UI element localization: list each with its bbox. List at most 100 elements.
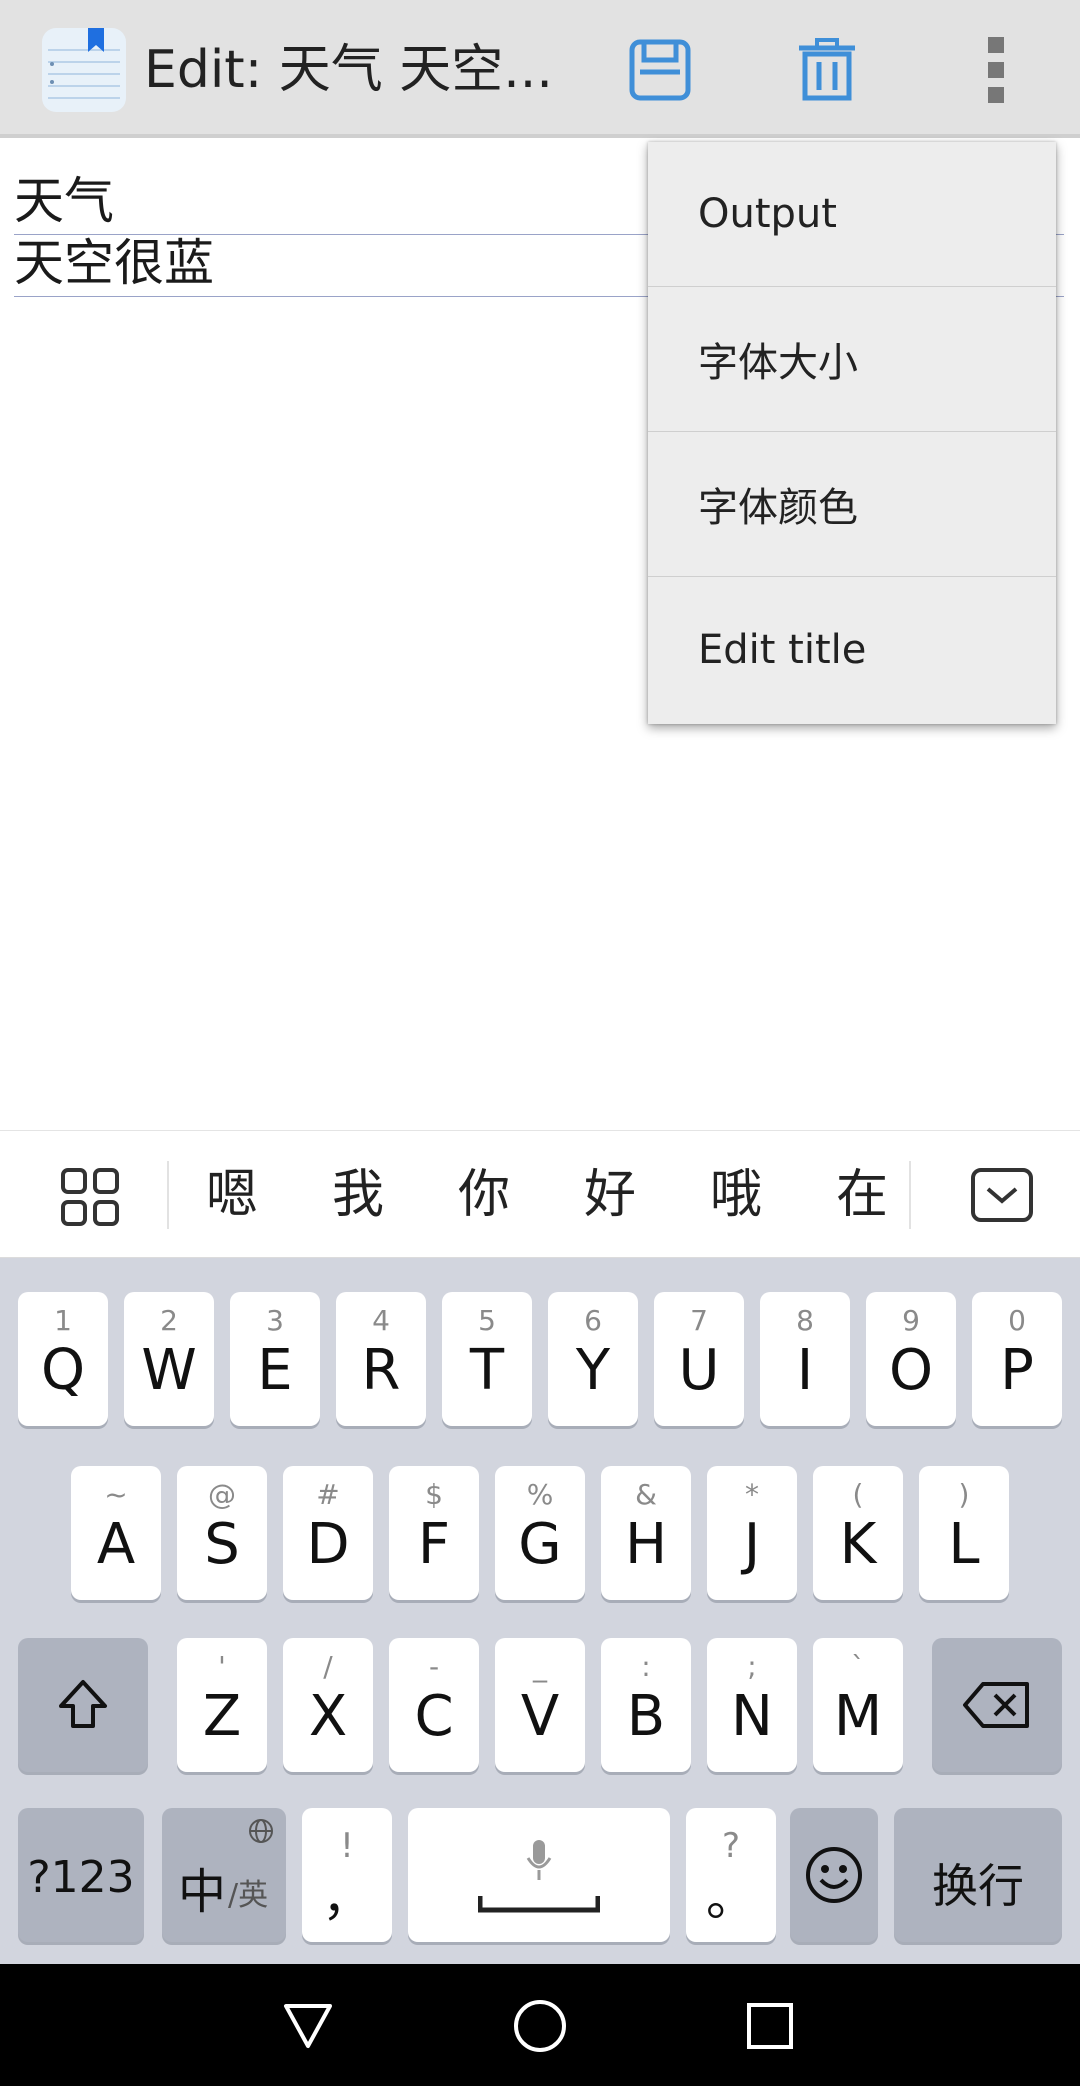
- key-label: 换行: [932, 1859, 1024, 1913]
- key-label: I: [796, 1338, 814, 1403]
- candidate-word[interactable]: 你: [439, 1161, 529, 1229]
- back-icon[interactable]: [282, 2002, 334, 2050]
- key-label: C: [414, 1684, 454, 1749]
- key-p[interactable]: 0P: [972, 1292, 1062, 1426]
- recents-icon[interactable]: [746, 2002, 794, 2050]
- key-hint: &: [635, 1478, 657, 1511]
- key-t[interactable]: 5T: [442, 1292, 532, 1426]
- space-bar-icon: [478, 1896, 600, 1913]
- key-r[interactable]: 4R: [336, 1292, 426, 1426]
- key-label: ?123: [27, 1852, 135, 1903]
- shift-arrow-icon: [59, 1680, 107, 1728]
- key-c[interactable]: -C: [389, 1638, 479, 1772]
- key-label: 中: [178, 1864, 227, 1920]
- key-hint: `: [851, 1650, 865, 1683]
- candidate-word[interactable]: 在: [817, 1161, 907, 1229]
- key-g[interactable]: % G: [495, 1466, 585, 1600]
- key-b[interactable]: :B: [601, 1638, 691, 1772]
- key-x[interactable]: / X: [283, 1638, 373, 1772]
- key-d[interactable]: # D: [283, 1466, 373, 1600]
- key-label: N: [731, 1684, 773, 1749]
- key-e[interactable]: 3E: [230, 1292, 320, 1426]
- key-label: O: [888, 1338, 934, 1403]
- menu-item-output[interactable]: Output: [648, 142, 1056, 287]
- key-label: S: [204, 1512, 240, 1577]
- key-label: Z: [202, 1684, 242, 1749]
- grid-menu-icon[interactable]: [60, 1167, 120, 1227]
- backspace-key[interactable]: [932, 1638, 1062, 1772]
- menu-item-font-color[interactable]: 字体颜色: [648, 432, 1056, 577]
- ime-candidate-bar: 嗯 我 你 好 哦 在: [0, 1130, 1080, 1258]
- delete-button[interactable]: [787, 30, 867, 110]
- language-switch-key[interactable]: 中 /英: [162, 1808, 286, 1942]
- key-f[interactable]: $ F: [389, 1466, 479, 1600]
- key-l[interactable]: ) L: [919, 1466, 1009, 1600]
- key-hint: #: [316, 1478, 340, 1511]
- key-h[interactable]: & H: [601, 1466, 691, 1600]
- emoji-key[interactable]: [790, 1808, 878, 1942]
- key-s[interactable]: @ S: [177, 1466, 267, 1600]
- enter-key[interactable]: 换行: [894, 1808, 1062, 1942]
- candidate-word[interactable]: 哦: [691, 1161, 781, 1229]
- symbols-key[interactable]: ?123: [18, 1808, 144, 1942]
- soft-keyboard: 1Q 2W 3E 4R 5T 6Y 7U 8I 9O 0P ~ A @ S # D $…: [0, 1258, 1080, 1964]
- save-button[interactable]: [620, 30, 700, 110]
- key-o[interactable]: 9O: [866, 1292, 956, 1426]
- key-hint: -: [428, 1650, 440, 1683]
- key-hint: _: [533, 1650, 547, 1683]
- backspace-icon: [963, 1682, 1029, 1728]
- page-title: Edit: 天气 天空...: [144, 40, 553, 100]
- key-hint: 6: [584, 1304, 602, 1337]
- comma-key[interactable]: ! ，: [302, 1808, 392, 1942]
- key-label: X: [308, 1684, 348, 1749]
- key-u[interactable]: 7U: [654, 1292, 744, 1426]
- key-m[interactable]: ` M: [813, 1638, 903, 1772]
- key-i[interactable]: 8I: [760, 1292, 850, 1426]
- divider: [909, 1161, 911, 1229]
- key-label: J: [743, 1512, 761, 1577]
- microphone-icon: [526, 1840, 552, 1880]
- key-j[interactable]: * J: [707, 1466, 797, 1600]
- key-label: M: [833, 1684, 883, 1749]
- key-label: G: [518, 1512, 562, 1577]
- more-options-button[interactable]: [956, 30, 1036, 110]
- menu-item-font-size[interactable]: 字体大小: [648, 287, 1056, 432]
- key-n[interactable]: ; N: [707, 1638, 797, 1772]
- key-k[interactable]: (K: [813, 1466, 903, 1600]
- key-v[interactable]: _ V: [495, 1638, 585, 1772]
- notebook-app-icon[interactable]: [40, 26, 128, 114]
- key-label: R: [361, 1338, 401, 1403]
- key-hint: 5: [478, 1304, 496, 1337]
- app-bar: Edit: 天气 天空...: [0, 0, 1080, 138]
- period-key[interactable]: ? 。: [686, 1808, 776, 1942]
- smiley-icon: [806, 1847, 862, 1903]
- candidate-word[interactable]: 我: [313, 1161, 403, 1229]
- home-icon[interactable]: [512, 1998, 568, 2054]
- key-label: K: [839, 1512, 877, 1577]
- space-key[interactable]: [408, 1808, 670, 1942]
- system-navigation-bar: [0, 1964, 1080, 2086]
- key-w[interactable]: 2W: [124, 1292, 214, 1426]
- key-hint: *: [745, 1478, 759, 1511]
- key-label: Q: [40, 1338, 86, 1403]
- key-label: T: [469, 1338, 505, 1403]
- key-label: B: [626, 1684, 666, 1749]
- collapse-keyboard-icon[interactable]: [970, 1167, 1034, 1223]
- key-label: D: [306, 1512, 350, 1577]
- candidate-word[interactable]: 嗯: [187, 1161, 277, 1229]
- key-y[interactable]: 6Y: [548, 1292, 638, 1426]
- key-z[interactable]: ' Z: [177, 1638, 267, 1772]
- delete-icon: [799, 38, 855, 101]
- menu-item-edit-title[interactable]: Edit title: [648, 577, 1056, 722]
- shift-key[interactable]: [18, 1638, 148, 1772]
- more-vert-icon: [988, 37, 1004, 103]
- key-hint: ': [218, 1650, 226, 1683]
- key-hint: 4: [372, 1304, 390, 1337]
- candidate-word[interactable]: 好: [565, 1161, 655, 1229]
- key-label: A: [96, 1512, 136, 1577]
- key-q[interactable]: 1Q: [18, 1292, 108, 1426]
- key-hint: /: [323, 1650, 333, 1683]
- key-a[interactable]: ~ A: [71, 1466, 161, 1600]
- key-hint: %: [526, 1478, 554, 1511]
- key-hint: ;: [747, 1650, 757, 1683]
